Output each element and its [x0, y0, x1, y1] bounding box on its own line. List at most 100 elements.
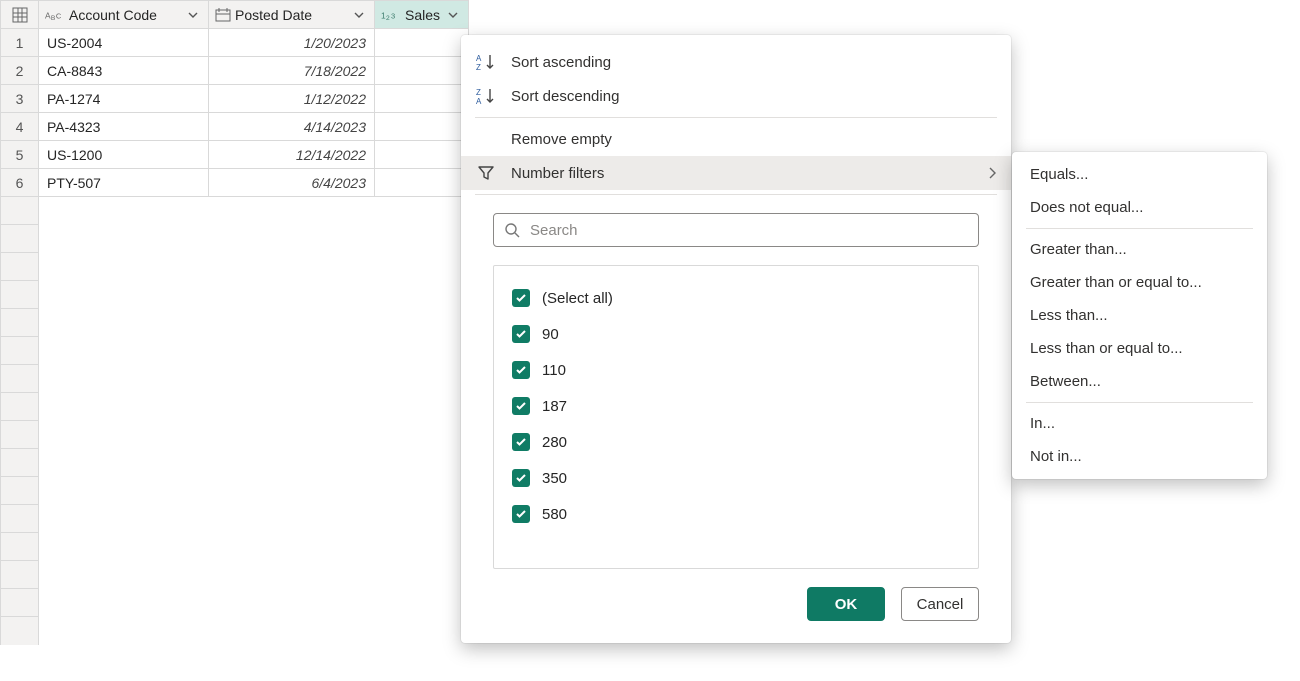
filter-value-row[interactable]: 350 [512, 460, 960, 496]
text-type-icon: A B C [45, 8, 65, 22]
filter-value-row[interactable]: 90 [512, 316, 960, 352]
menu-divider [475, 117, 997, 118]
row-gutter [1, 197, 39, 225]
submenu-not-in[interactable]: Not in... [1012, 440, 1267, 473]
sort-asc-icon: A Z [476, 53, 496, 71]
row-gutter [1, 393, 39, 421]
cell-date[interactable]: 4/14/2023 [209, 113, 375, 141]
date-type-icon [215, 8, 231, 22]
menu-item-label: Remove empty [511, 131, 997, 148]
cancel-button[interactable]: Cancel [901, 587, 979, 621]
filter-value-row[interactable]: 580 [512, 496, 960, 532]
cell-date[interactable]: 1/12/2022 [209, 85, 375, 113]
row-number: 4 [1, 113, 39, 141]
row-gutter [1, 589, 39, 617]
column-header-date[interactable]: Posted Date [209, 1, 375, 29]
filter-search-input[interactable] [528, 221, 968, 240]
chevron-down-icon [188, 10, 198, 20]
submenu-label: Greater than or equal to... [1030, 274, 1202, 291]
menu-item-label: Sort ascending [511, 54, 997, 71]
table-row[interactable]: 6PTY-5076/4/2023 [1, 169, 469, 197]
column-header-account[interactable]: A B C Account Code [39, 1, 209, 29]
filter-value-row[interactable]: 110 [512, 352, 960, 388]
submenu-between[interactable]: Between... [1012, 365, 1267, 398]
checkbox-checked-icon[interactable] [512, 361, 530, 379]
submenu-lte[interactable]: Less than or equal to... [1012, 332, 1267, 365]
filter-value-label: 90 [542, 326, 559, 343]
submenu-divider [1026, 402, 1253, 403]
row-gutter [1, 421, 39, 449]
menu-sort-ascending[interactable]: A Z Sort ascending [461, 45, 1011, 79]
menu-divider [475, 194, 997, 195]
cell-sales[interactable] [375, 141, 469, 169]
data-grid[interactable]: A B C Account Code [0, 0, 469, 645]
cell-account[interactable]: PA-4323 [39, 113, 209, 141]
svg-text:A: A [476, 54, 482, 63]
row-gutter [1, 449, 39, 477]
cell-date[interactable]: 12/14/2022 [209, 141, 375, 169]
checkbox-checked-icon[interactable] [512, 397, 530, 415]
search-icon [504, 222, 520, 238]
filter-value-row[interactable]: 187 [512, 388, 960, 424]
menu-remove-empty[interactable]: Remove empty [461, 122, 1011, 156]
submenu-in[interactable]: In... [1012, 407, 1267, 440]
submenu-gte[interactable]: Greater than or equal to... [1012, 266, 1267, 299]
filter-value-row[interactable]: 280 [512, 424, 960, 460]
checkbox-checked-icon[interactable] [512, 289, 530, 307]
ok-button[interactable]: OK [807, 587, 885, 621]
filter-value-label: 110 [542, 362, 566, 379]
row-gutter [1, 337, 39, 365]
checkbox-checked-icon[interactable] [512, 433, 530, 451]
table-row[interactable]: 3PA-12741/12/2022 [1, 85, 469, 113]
cell-account[interactable]: US-1200 [39, 141, 209, 169]
cell-sales[interactable] [375, 29, 469, 57]
cell-account[interactable]: PA-1274 [39, 85, 209, 113]
menu-number-filters[interactable]: Number filters [461, 156, 1011, 190]
row-gutter [1, 365, 39, 393]
column-filter-toggle[interactable] [350, 6, 368, 24]
checkbox-checked-icon[interactable] [512, 469, 530, 487]
column-header-label: Posted Date [235, 7, 346, 23]
submenu-less-than[interactable]: Less than... [1012, 299, 1267, 332]
cell-account[interactable]: CA-8843 [39, 57, 209, 85]
table-row[interactable]: 2CA-88437/18/2022 [1, 57, 469, 85]
cell-account[interactable]: PTY-507 [39, 169, 209, 197]
corner-header[interactable] [1, 1, 39, 29]
column-filter-toggle[interactable] [444, 6, 462, 24]
filter-value-label: 350 [542, 470, 567, 487]
cell-sales[interactable] [375, 113, 469, 141]
submenu-label: Equals... [1030, 166, 1088, 183]
chevron-down-icon [448, 10, 458, 20]
menu-item-label: Number filters [511, 165, 973, 182]
submenu-equals[interactable]: Equals... [1012, 158, 1267, 191]
table-row[interactable]: 1US-20041/20/2023 [1, 29, 469, 57]
row-number: 6 [1, 169, 39, 197]
button-label: Cancel [917, 596, 964, 613]
cell-date[interactable]: 7/18/2022 [209, 57, 375, 85]
cell-date[interactable]: 6/4/2023 [209, 169, 375, 197]
submenu-does-not-equal[interactable]: Does not equal... [1012, 191, 1267, 224]
number-type-icon: 1 2 3 [381, 8, 401, 22]
checkbox-checked-icon[interactable] [512, 505, 530, 523]
menu-item-label: Sort descending [511, 88, 997, 105]
cell-sales[interactable] [375, 169, 469, 197]
table-row[interactable]: 5US-120012/14/2022 [1, 141, 469, 169]
row-gutter [1, 617, 39, 645]
cell-sales[interactable] [375, 85, 469, 113]
filter-search-box[interactable] [493, 213, 979, 247]
submenu-divider [1026, 228, 1253, 229]
cell-sales[interactable] [375, 57, 469, 85]
row-gutter [1, 505, 39, 533]
menu-sort-descending[interactable]: Z A Sort descending [461, 79, 1011, 113]
filter-value-select-all[interactable]: (Select all) [512, 280, 960, 316]
column-header-sales[interactable]: 1 2 3 Sales [375, 1, 469, 29]
submenu-greater-than[interactable]: Greater than... [1012, 233, 1267, 266]
table-row[interactable]: 4PA-43234/14/2023 [1, 113, 469, 141]
cell-date[interactable]: 1/20/2023 [209, 29, 375, 57]
row-number: 5 [1, 141, 39, 169]
filter-value-list: (Select all) 90 110 187280 350 580 [493, 265, 979, 569]
cell-account[interactable]: US-2004 [39, 29, 209, 57]
checkbox-checked-icon[interactable] [512, 325, 530, 343]
column-filter-toggle[interactable] [184, 6, 202, 24]
submenu-label: Between... [1030, 373, 1101, 390]
